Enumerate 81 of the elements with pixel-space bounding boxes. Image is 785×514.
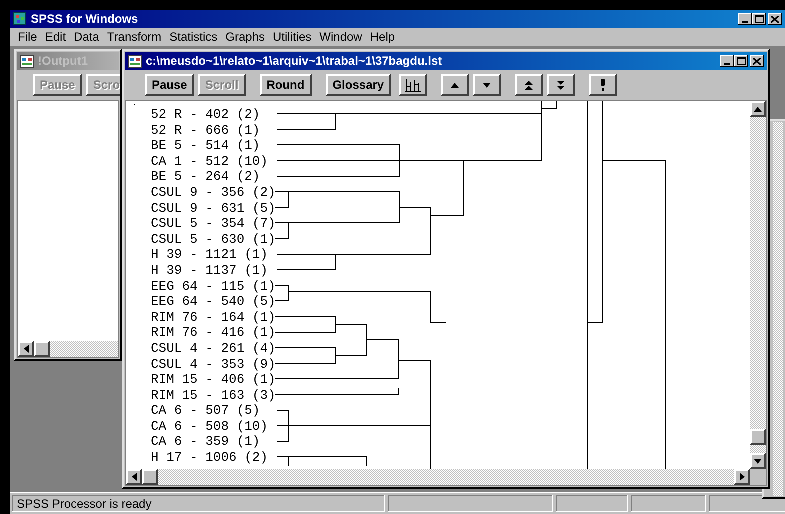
- document-icon: [20, 54, 34, 68]
- close-icon: [753, 58, 761, 64]
- cluster-label: 52 R - 402 (2): [151, 107, 262, 123]
- scroll-up-button[interactable]: [750, 101, 766, 117]
- status-text: SPSS Processor is ready: [12, 495, 385, 512]
- menu-item[interactable]: Window: [316, 30, 366, 44]
- vertical-scrollbar[interactable]: [750, 101, 766, 469]
- cluster-label: BE 5 - 264 (2): [151, 169, 262, 185]
- toolbar-button[interactable]: Round: [260, 74, 312, 96]
- right-arrow-icon: [740, 473, 744, 481]
- page-up-button[interactable]: [515, 74, 544, 96]
- down-arrow-icon: [754, 458, 762, 464]
- maximize-button[interactable]: [752, 13, 766, 25]
- cluster-label: RIM 15 - 163 (3): [151, 388, 274, 404]
- cluster-label: CA 6 - 507 (5): [151, 403, 262, 419]
- scroll-down-button[interactable]: [473, 74, 502, 96]
- cluster-label: CSUL 4 - 261 (4): [151, 340, 274, 356]
- help-button[interactable]: [589, 74, 618, 96]
- maximize-icon: [736, 57, 746, 65]
- up-arrow-icon: [754, 106, 762, 112]
- cluster-label: CA 1 - 512 (10): [151, 154, 270, 170]
- window-title: c:\meusdo~1\relato~1\arquiv~1\trabal~1\37bagdu.lst: [146, 54, 444, 68]
- exclamation-icon: [600, 79, 606, 91]
- scroll-right-button[interactable]: [734, 469, 750, 485]
- cluster-label: CSUL 9 - 356 (2): [151, 184, 274, 201]
- scroll-up-button[interactable]: [441, 74, 470, 96]
- maximize-icon: [754, 15, 764, 23]
- cluster-label: RIM 76 - 416 (1): [151, 325, 274, 341]
- cluster-label: CSUL 4 - 353 (9): [151, 356, 274, 372]
- dendrogram-icon: [405, 78, 422, 92]
- scrollbar-thumb[interactable]: [750, 429, 766, 445]
- scroll-down-button[interactable]: [750, 453, 766, 469]
- toolbar-button[interactable]: Pause: [145, 74, 194, 96]
- cluster-label: EEG 64 - 540 (5): [151, 294, 274, 310]
- toolbar-button[interactable]: Glossary: [326, 74, 392, 96]
- cluster-label: EEG 64 - 115 (1): [151, 278, 274, 294]
- menu-item[interactable]: Edit: [41, 30, 70, 44]
- horizontal-scrollbar[interactable]: [18, 341, 118, 357]
- scroll-left-button[interactable]: [126, 469, 142, 485]
- horizontal-scrollbar[interactable]: [126, 469, 750, 485]
- maximize-button[interactable]: [734, 55, 748, 67]
- menu-item[interactable]: Utilities: [269, 30, 316, 44]
- scrollbar-thumb[interactable]: [34, 341, 50, 357]
- close-button[interactable]: [768, 13, 782, 25]
- app-icon: [13, 12, 27, 26]
- cluster-label: CSUL 5 - 354 (7): [151, 216, 274, 232]
- cluster-label: CSUL 9 - 631 (5): [151, 200, 274, 216]
- menu-item[interactable]: File: [14, 30, 42, 44]
- cluster-label: CSUL 5 - 630 (1): [151, 232, 274, 248]
- close-icon: [771, 16, 779, 22]
- cluster-label: H 39 - 1137 (1): [151, 262, 270, 279]
- close-button[interactable]: [750, 55, 764, 67]
- cluster-label: RIM 76 - 164 (1): [151, 310, 274, 326]
- scroll-left-button[interactable]: [18, 341, 34, 357]
- minimize-button[interactable]: [738, 13, 752, 25]
- document-icon: [128, 54, 142, 68]
- left-arrow-icon: [24, 345, 28, 353]
- menu-item[interactable]: Help: [366, 30, 400, 44]
- down-arrow-icon: [483, 82, 492, 88]
- double-down-arrow-icon: [557, 80, 566, 90]
- cluster-label: H 39 - 1121 (1): [151, 247, 270, 263]
- scrollbar-thumb[interactable]: [142, 469, 158, 485]
- page-down-button[interactable]: [547, 74, 576, 96]
- menu-item[interactable]: Graphs: [222, 30, 269, 44]
- double-up-arrow-icon: [525, 80, 534, 90]
- cluster-label: 52 R - 666 (1): [151, 122, 262, 138]
- cluster-label: H 17 - 1006 (2): [151, 450, 270, 466]
- cluster-label: CA 6 - 508 (10): [151, 418, 270, 434]
- app-title: SPSS for Windows: [31, 12, 140, 26]
- cluster-label: CA 6 - 359 (1): [151, 434, 262, 450]
- status-pane: [556, 495, 628, 512]
- cluster-label: RIM 15 - 406 (1): [151, 372, 274, 388]
- menu-item[interactable]: Statistics: [166, 30, 222, 44]
- cluster-label: BE 5 - 514 (1): [151, 138, 262, 154]
- chart-button[interactable]: [399, 74, 428, 96]
- left-arrow-icon: [132, 473, 136, 481]
- menu-item[interactable]: Transform: [103, 30, 166, 44]
- menu-item[interactable]: Data: [70, 30, 104, 44]
- vertical-scrollbar[interactable]: [773, 122, 783, 496]
- minimize-button[interactable]: [720, 55, 734, 67]
- up-arrow-icon: [451, 82, 460, 88]
